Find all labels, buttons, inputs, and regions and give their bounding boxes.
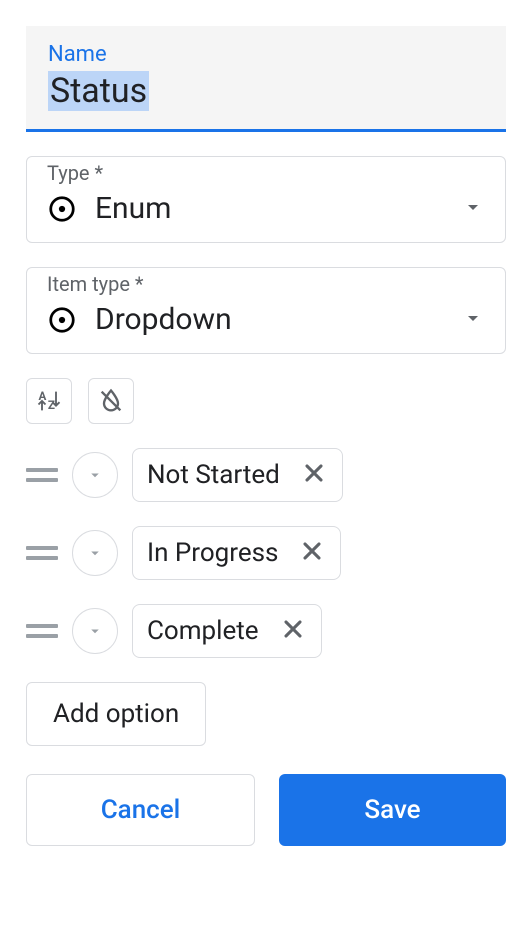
options-toolbar: A Z bbox=[26, 378, 506, 424]
option-label: Not Started bbox=[147, 460, 280, 490]
option-row: Not Started bbox=[26, 448, 506, 502]
sort-az-button[interactable]: A Z bbox=[26, 378, 72, 424]
cancel-button[interactable]: Cancel bbox=[26, 774, 255, 846]
chevron-down-icon bbox=[461, 306, 485, 334]
add-option-button[interactable]: Add option bbox=[26, 682, 206, 746]
close-icon[interactable] bbox=[279, 615, 307, 647]
option-pill[interactable]: Not Started bbox=[132, 448, 343, 502]
option-row: Complete bbox=[26, 604, 506, 658]
option-pill[interactable]: In Progress bbox=[132, 526, 341, 580]
enum-icon bbox=[47, 194, 77, 224]
item-type-label: Item type * bbox=[47, 272, 485, 296]
item-type-value: Dropdown bbox=[95, 302, 461, 337]
option-label: In Progress bbox=[147, 538, 278, 568]
name-label: Name bbox=[48, 42, 484, 67]
type-select[interactable]: Type * Enum bbox=[26, 156, 506, 243]
color-picker-button[interactable] bbox=[72, 608, 118, 654]
chevron-down-icon bbox=[461, 195, 485, 223]
name-field[interactable]: Name Status bbox=[26, 26, 506, 132]
close-icon[interactable] bbox=[300, 459, 328, 491]
type-value: Enum bbox=[95, 191, 461, 226]
dropdown-icon bbox=[47, 305, 77, 335]
color-picker-button[interactable] bbox=[72, 452, 118, 498]
dialog-actions: Cancel Save bbox=[26, 774, 506, 846]
svg-text:Z: Z bbox=[48, 398, 55, 412]
item-type-select[interactable]: Item type * Dropdown bbox=[26, 267, 506, 354]
color-off-button[interactable] bbox=[88, 378, 134, 424]
name-value[interactable]: Status bbox=[48, 71, 149, 111]
option-row: In Progress bbox=[26, 526, 506, 580]
drag-handle-icon[interactable] bbox=[26, 624, 58, 638]
option-label: Complete bbox=[147, 616, 259, 646]
save-button[interactable]: Save bbox=[279, 774, 506, 846]
option-pill[interactable]: Complete bbox=[132, 604, 322, 658]
drag-handle-icon[interactable] bbox=[26, 546, 58, 560]
type-label: Type * bbox=[47, 161, 485, 185]
close-icon[interactable] bbox=[298, 537, 326, 569]
drag-handle-icon[interactable] bbox=[26, 468, 58, 482]
color-picker-button[interactable] bbox=[72, 530, 118, 576]
